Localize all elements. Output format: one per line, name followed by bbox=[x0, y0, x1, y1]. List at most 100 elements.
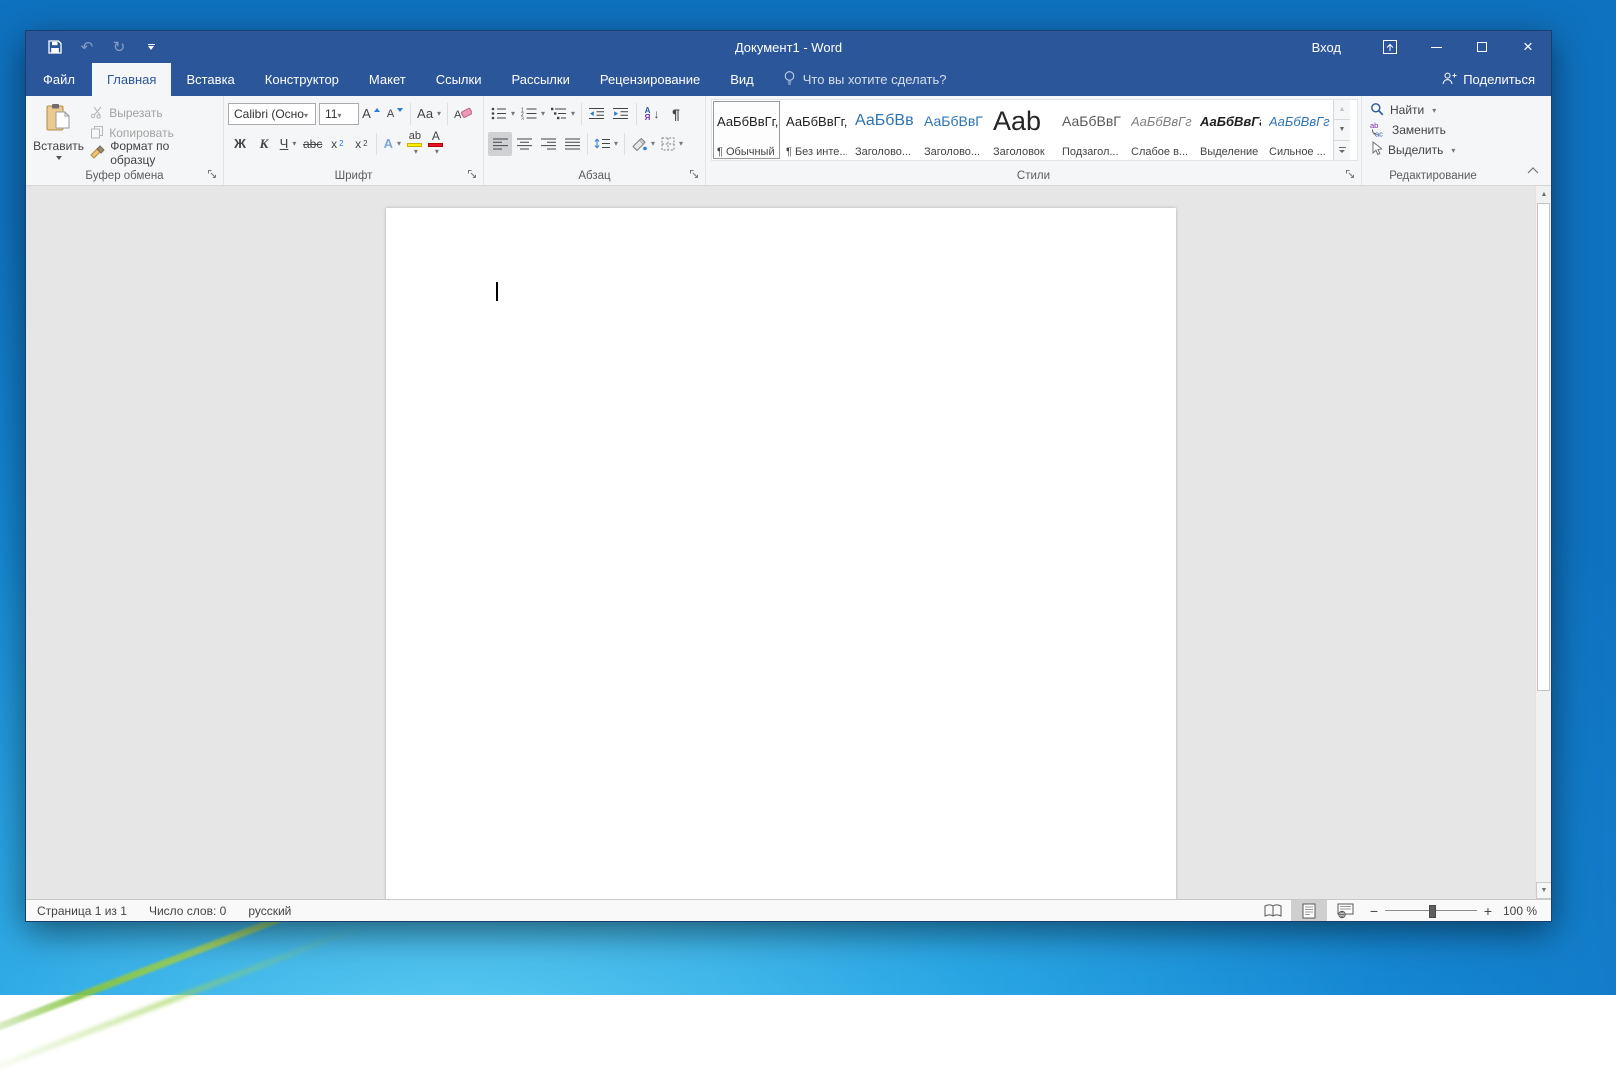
style-title[interactable]: Aab Заголовок bbox=[988, 100, 1057, 160]
maximize-button[interactable] bbox=[1459, 31, 1505, 63]
shading-button[interactable] bbox=[628, 132, 658, 156]
clear-formatting-button[interactable]: А bbox=[451, 102, 475, 126]
share-button[interactable]: Поделиться bbox=[1425, 63, 1551, 96]
replace-button[interactable]: abac Заменить bbox=[1370, 120, 1500, 140]
paste-dropdown-arrow[interactable] bbox=[56, 156, 62, 160]
group-label-paragraph: Абзац bbox=[484, 170, 705, 182]
redo-icon: ↻ bbox=[110, 38, 128, 56]
signin-link[interactable]: Вход bbox=[1286, 40, 1367, 55]
style-no-spacing[interactable]: АаБбВвГг, ¶ Без инте... bbox=[781, 100, 850, 160]
tab-file[interactable]: Файл bbox=[26, 63, 92, 96]
styles-gallery-more-button[interactable] bbox=[1334, 141, 1350, 160]
vertical-scrollbar[interactable]: ▲ ▼ bbox=[1535, 186, 1551, 899]
align-center-button[interactable] bbox=[512, 132, 536, 156]
font-color-button[interactable]: А bbox=[425, 132, 446, 156]
titlebar: ↶ ↻ Документ1 - Word Вход × bbox=[26, 31, 1551, 63]
tab-review[interactable]: Рецензирование bbox=[585, 63, 715, 96]
sort-button[interactable]: АЯ ↓ bbox=[640, 102, 664, 126]
styles-scroll-down-button[interactable]: ▼ bbox=[1334, 120, 1350, 140]
justify-button[interactable] bbox=[560, 132, 584, 156]
highlight-color-button[interactable]: ab bbox=[404, 132, 425, 156]
clipboard-commands: Вырезать Копировать Формат по образцу bbox=[87, 100, 219, 163]
strikethrough-button[interactable]: abc bbox=[300, 132, 325, 156]
group-editing: Найти abac Заменить Выделить Редактирова… bbox=[1362, 96, 1504, 185]
text-effects-button[interactable]: А bbox=[380, 132, 404, 156]
style-intense-emphasis[interactable]: АаБбВвГг Сильное ... bbox=[1264, 100, 1333, 160]
find-button[interactable]: Найти bbox=[1370, 100, 1500, 120]
font-size-combo[interactable]: 11 bbox=[319, 103, 359, 125]
zoom-level[interactable]: 100 % bbox=[1499, 904, 1551, 918]
print-layout-button[interactable] bbox=[1291, 900, 1327, 921]
collapse-ribbon-button[interactable] bbox=[1527, 161, 1539, 179]
font-name-value: Calibri (Осно bbox=[234, 107, 304, 121]
change-case-button[interactable]: Аа bbox=[414, 102, 444, 126]
styles-gallery-scroll: ▲ ▼ bbox=[1333, 100, 1350, 160]
decrease-indent-button[interactable] bbox=[585, 102, 609, 126]
clipboard-dialog-launcher[interactable] bbox=[205, 167, 219, 181]
bold-button[interactable]: Ж bbox=[228, 132, 252, 156]
align-right-button[interactable] bbox=[536, 132, 560, 156]
scrollbar-thumb[interactable] bbox=[1537, 203, 1550, 691]
font-dialog-launcher[interactable] bbox=[465, 167, 479, 181]
select-cursor-icon bbox=[1370, 141, 1382, 159]
style-subtle-emphasis[interactable]: АаБбВвГг Слабое в... bbox=[1126, 100, 1195, 160]
zoom-slider-handle[interactable] bbox=[1429, 905, 1436, 918]
show-hide-marks-button[interactable]: ¶ bbox=[664, 102, 688, 126]
ribbon-display-options-button[interactable] bbox=[1367, 31, 1413, 63]
subscript-button[interactable]: x2 bbox=[325, 132, 349, 156]
numbering-button[interactable]: 123 bbox=[518, 102, 548, 126]
paste-button[interactable]: Вставить bbox=[30, 100, 87, 162]
language-status[interactable]: русский bbox=[237, 900, 302, 921]
word-count-status[interactable]: Число слов: 0 bbox=[138, 900, 237, 921]
status-bar: Страница 1 из 1 Число слов: 0 русский bbox=[26, 899, 1551, 921]
tab-design[interactable]: Конструктор bbox=[250, 63, 354, 96]
save-button[interactable] bbox=[46, 38, 64, 56]
style-normal[interactable]: АаБбВвГг, ¶ Обычный bbox=[712, 100, 781, 160]
underline-button[interactable]: Ч bbox=[276, 132, 300, 156]
style-emphasis[interactable]: АаБбВвГг Выделение bbox=[1195, 100, 1264, 160]
tab-view[interactable]: Вид bbox=[715, 63, 769, 96]
customize-qat-button[interactable] bbox=[142, 38, 160, 56]
italic-button[interactable]: К bbox=[252, 132, 276, 156]
zoom-in-button[interactable] bbox=[1477, 903, 1499, 919]
style-subtitle[interactable]: АаБбВвГ Подзагол... bbox=[1057, 100, 1126, 160]
read-mode-button[interactable] bbox=[1255, 900, 1291, 921]
tab-references[interactable]: Ссылки bbox=[421, 63, 497, 96]
statusbar-right: 100 % bbox=[1255, 900, 1551, 921]
line-spacing-button[interactable] bbox=[591, 132, 621, 156]
select-label: Выделить bbox=[1388, 143, 1443, 157]
styles-dialog-launcher[interactable] bbox=[1343, 167, 1357, 181]
tab-home[interactable]: Главная bbox=[92, 63, 171, 96]
style-heading2[interactable]: АаБбВвГ Заголово... bbox=[919, 100, 988, 160]
zoom-slider[interactable] bbox=[1385, 904, 1477, 918]
tab-insert[interactable]: Вставка bbox=[171, 63, 249, 96]
font-name-combo[interactable]: Calibri (Осно bbox=[228, 103, 316, 125]
increase-indent-button[interactable] bbox=[609, 102, 633, 126]
share-person-icon bbox=[1441, 71, 1457, 89]
minimize-button[interactable] bbox=[1413, 31, 1459, 63]
svg-text:ac: ac bbox=[1375, 129, 1383, 137]
style-heading1[interactable]: АаБбВв Заголово... bbox=[850, 100, 919, 160]
zoom-out-button[interactable] bbox=[1363, 903, 1385, 919]
page-count-status[interactable]: Страница 1 из 1 bbox=[26, 900, 138, 921]
close-button[interactable]: × bbox=[1505, 31, 1551, 63]
scroll-down-button[interactable]: ▼ bbox=[1536, 882, 1551, 899]
scroll-up-button[interactable]: ▲ bbox=[1536, 186, 1551, 203]
tab-mailings[interactable]: Рассылки bbox=[496, 63, 584, 96]
multilevel-list-button[interactable] bbox=[548, 102, 578, 126]
tab-layout[interactable]: Макет bbox=[354, 63, 421, 96]
document-page[interactable] bbox=[386, 208, 1176, 899]
group-label-editing: Редактирование bbox=[1362, 170, 1504, 182]
format-painter-button[interactable]: Формат по образцу bbox=[87, 143, 219, 163]
tell-me-box[interactable]: Что вы хотите сделать? bbox=[769, 63, 961, 96]
bullets-button[interactable] bbox=[488, 102, 518, 126]
shrink-font-button[interactable]: А bbox=[383, 102, 407, 126]
select-button[interactable]: Выделить bbox=[1370, 140, 1500, 160]
superscript-button[interactable]: x2 bbox=[349, 132, 373, 156]
borders-button[interactable] bbox=[658, 132, 686, 156]
find-label: Найти bbox=[1390, 103, 1424, 117]
web-layout-button[interactable] bbox=[1327, 900, 1363, 921]
grow-font-button[interactable]: А bbox=[359, 102, 383, 126]
align-left-button[interactable] bbox=[488, 132, 512, 156]
paragraph-dialog-launcher[interactable] bbox=[687, 167, 701, 181]
